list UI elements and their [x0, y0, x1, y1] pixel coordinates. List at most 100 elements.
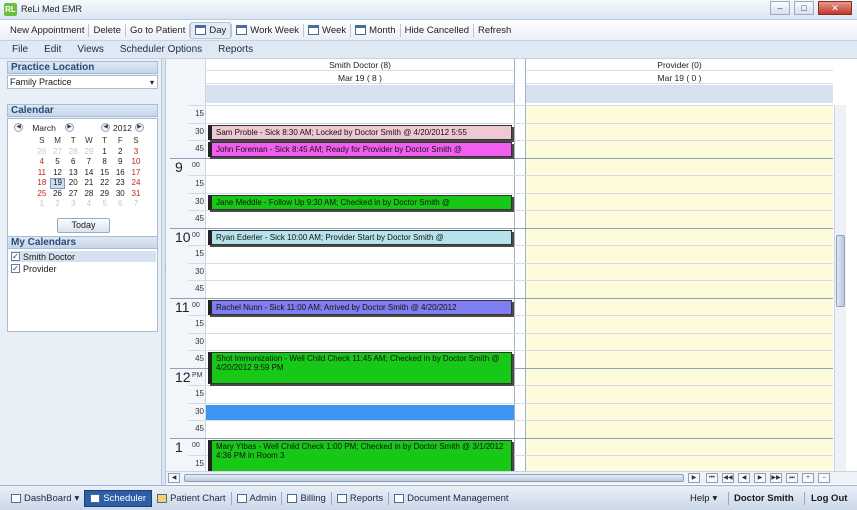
menu-views[interactable]: Views — [77, 44, 104, 55]
calendar-day[interactable]: 22 — [97, 178, 113, 189]
calendar-day[interactable]: 24 — [128, 178, 144, 189]
nav-scheduler[interactable]: Scheduler — [84, 489, 153, 507]
go-to-patient-button[interactable]: Go to Patient — [126, 25, 189, 36]
calendar-day[interactable]: 15 — [97, 168, 113, 179]
calendar-day[interactable]: 14 — [81, 168, 97, 179]
nav-document-management[interactable]: Document Management — [389, 490, 513, 507]
refresh-button[interactable]: Refresh — [474, 25, 515, 36]
remove-icon[interactable]: − — [818, 473, 830, 483]
minimize-button[interactable]: – — [770, 1, 790, 15]
appointment-block[interactable]: Jane Meddle - Follow Up 9:30 AM; Checked… — [208, 194, 512, 210]
calendar-day[interactable]: 26 — [34, 147, 50, 158]
vertical-scroll-thumb[interactable] — [836, 235, 845, 307]
next-icon[interactable]: ▶ — [754, 473, 766, 483]
vertical-scrollbar[interactable] — [834, 105, 846, 471]
next-month-icon[interactable]: ▶ — [65, 123, 74, 132]
appointment-block[interactable]: John Foreman - Sick 8:45 AM; Ready for P… — [208, 142, 512, 157]
first-page-icon[interactable]: ⏮ — [706, 473, 718, 483]
calendar-day[interactable]: 30 — [112, 189, 128, 200]
menu-edit[interactable]: Edit — [44, 44, 61, 55]
calendar-day[interactable]: 25 — [34, 189, 50, 200]
month-view-button[interactable]: Month — [351, 25, 399, 36]
nav-billing[interactable]: Billing — [282, 490, 330, 507]
calendar-check-provider[interactable]: ✓ Provider — [11, 263, 156, 274]
horizontal-scroll-thumb[interactable] — [184, 474, 684, 482]
calendar-check-smith-doctor[interactable]: ✓ Smith Doctor — [11, 251, 156, 262]
practice-location-dropdown[interactable]: Family Practice ▾ — [7, 75, 158, 89]
calendar-day[interactable]: 5 — [97, 199, 113, 210]
hide-cancelled-button[interactable]: Hide Cancelled — [401, 25, 473, 36]
calendar-day[interactable]: 2 — [112, 147, 128, 158]
add-icon[interactable]: + — [802, 473, 814, 483]
calendar-day[interactable]: 11 — [34, 168, 50, 179]
calendar-day[interactable]: 4 — [34, 157, 50, 168]
next-page-icon[interactable]: ▶▶ — [770, 473, 782, 483]
all-day-area-provider[interactable] — [526, 85, 833, 103]
maximize-button[interactable]: □ — [794, 1, 814, 15]
prev-year-icon[interactable]: ◀ — [101, 123, 110, 132]
calendar-day[interactable]: 16 — [112, 168, 128, 179]
checkbox-checked-icon[interactable]: ✓ — [11, 252, 20, 261]
appointment-block[interactable] — [206, 404, 514, 420]
calendar-day[interactable]: 21 — [81, 178, 97, 189]
next-year-icon[interactable]: ▶ — [134, 123, 144, 132]
appointment-block[interactable]: Ryan Ederler - Sick 10:00 AM; Provider S… — [208, 229, 512, 245]
calendar-day[interactable]: 2 — [50, 199, 66, 210]
calendar-day[interactable]: 18 — [34, 178, 50, 189]
logout-button[interactable]: Log Out — [811, 486, 847, 510]
menu-file[interactable]: File — [12, 44, 28, 55]
calendar-day[interactable]: 10 — [128, 157, 144, 168]
calendar-day[interactable]: 1 — [97, 147, 113, 158]
calendar-day[interactable]: 26 — [50, 189, 66, 200]
calendar-day[interactable]: 28 — [81, 189, 97, 200]
calendar-day[interactable]: 13 — [65, 168, 81, 179]
calendar-day[interactable]: 1 — [34, 199, 50, 210]
prev-month-icon[interactable]: ◀ — [14, 123, 23, 132]
work-week-view-button[interactable]: Work Week — [232, 25, 303, 36]
checkbox-checked-icon[interactable]: ✓ — [11, 264, 20, 273]
scroll-left-icon[interactable]: ◀ — [168, 473, 180, 483]
calendar-day[interactable]: 3 — [128, 147, 144, 158]
calendar-day[interactable]: 7 — [81, 157, 97, 168]
new-appointment-button[interactable]: New Appointment — [6, 25, 88, 36]
prev-icon[interactable]: ◀ — [738, 473, 750, 483]
calendar-day[interactable]: 6 — [65, 157, 81, 168]
nav-patient-chart[interactable]: Patient Chart — [152, 490, 230, 507]
menu-scheduler-options[interactable]: Scheduler Options — [120, 44, 202, 55]
all-day-area-smith-doctor[interactable] — [206, 85, 514, 103]
close-button[interactable]: ✕ — [818, 1, 852, 15]
calendar-day[interactable]: 29 — [97, 189, 113, 200]
day-column-provider[interactable] — [526, 105, 833, 471]
calendar-day[interactable]: 27 — [50, 147, 66, 158]
calendar-day[interactable]: 5 — [50, 157, 66, 168]
prev-page-icon[interactable]: ◀◀ — [722, 473, 734, 483]
calendar-day[interactable]: 29 — [81, 147, 97, 158]
calendar-day[interactable]: 28 — [65, 147, 81, 158]
day-view-button[interactable]: Day — [190, 21, 232, 39]
calendar-day[interactable]: 4 — [81, 199, 97, 210]
nav-reports[interactable]: Reports — [332, 490, 388, 507]
calendar-day[interactable]: 17 — [128, 168, 144, 179]
calendar-day[interactable]: 3 — [65, 199, 81, 210]
calendar-day[interactable]: 7 — [128, 199, 144, 210]
calendar-day[interactable]: 20 — [65, 178, 81, 189]
calendar-day[interactable]: 8 — [97, 157, 113, 168]
menu-reports[interactable]: Reports — [218, 44, 253, 55]
calendar-day[interactable]: 9 — [112, 157, 128, 168]
calendar-day[interactable]: 12 — [50, 168, 66, 179]
help-menu[interactable]: Help ▾ — [690, 486, 717, 510]
today-button[interactable]: Today — [57, 218, 110, 233]
appointment-block[interactable]: Rachel Nunn - Sick 11:00 AM; Arrived by … — [208, 299, 512, 315]
calendar-day[interactable]: 6 — [112, 199, 128, 210]
scroll-right-icon[interactable]: ▶ — [688, 473, 700, 483]
appointment-block[interactable]: Shot Immunization - Well Child Check 11:… — [208, 352, 512, 384]
nav-admin[interactable]: Admin — [232, 490, 282, 507]
last-page-icon[interactable]: ⏭ — [786, 473, 798, 483]
calendar-day[interactable]: 31 — [128, 189, 144, 200]
calendar-day[interactable]: 19 — [49, 178, 66, 189]
appointment-block[interactable]: Mary Ytbas - Well Child Check 1:00 PM; C… — [208, 439, 512, 472]
calendar-day[interactable]: 23 — [112, 178, 128, 189]
nav-dashboard[interactable]: DashBoard ▾ — [6, 490, 84, 507]
horizontal-scrollbar[interactable]: ◀ ▶ ⏮ ◀◀ ◀ ▶ ▶▶ ⏭ + − — [166, 471, 857, 484]
week-view-button[interactable]: Week — [304, 25, 350, 36]
